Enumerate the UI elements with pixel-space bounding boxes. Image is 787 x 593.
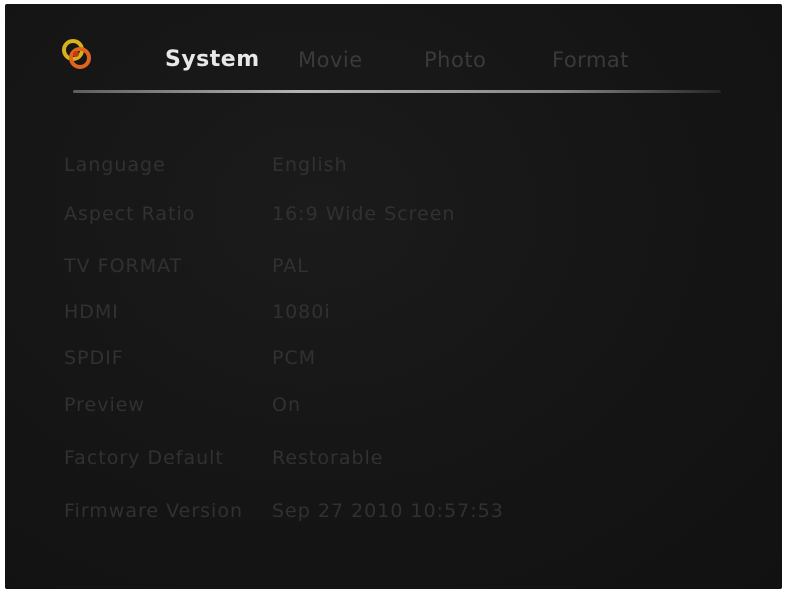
setting-value: 16:9 Wide Screen <box>272 203 456 225</box>
setting-label: SPDIF <box>64 347 124 369</box>
setting-row-hdmi[interactable]: HDMI 1080i <box>5 301 782 331</box>
setting-row-factory-default[interactable]: Factory Default Restorable <box>5 447 782 477</box>
setting-label: Language <box>64 154 166 176</box>
media-player-screen: System Movie Photo Format Language Engli… <box>5 4 782 589</box>
setting-row-language[interactable]: Language English <box>5 154 782 184</box>
setting-row-preview[interactable]: Preview On <box>5 394 782 424</box>
setting-label: Firmware Version <box>64 500 243 522</box>
setting-label: HDMI <box>64 301 119 323</box>
setting-value: Sep 27 2010 10:57:53 <box>272 500 504 522</box>
setting-value: Restorable <box>272 447 384 469</box>
setting-value: On <box>272 394 301 416</box>
setting-row-tv-format[interactable]: TV FORMAT PAL <box>5 255 782 285</box>
setting-label: Preview <box>64 394 145 416</box>
setting-label: TV FORMAT <box>64 255 183 277</box>
setting-value: English <box>272 154 348 176</box>
setting-value: 1080i <box>272 301 331 323</box>
setting-value: PAL <box>272 255 309 277</box>
system-settings-list: Language English Aspect Ratio 16:9 Wide … <box>5 4 782 589</box>
setting-label: Aspect Ratio <box>64 203 196 225</box>
setting-row-spdif[interactable]: SPDIF PCM <box>5 347 782 377</box>
setting-value: PCM <box>272 347 317 369</box>
setting-label: Factory Default <box>64 447 224 469</box>
setting-row-aspect-ratio[interactable]: Aspect Ratio 16:9 Wide Screen <box>5 203 782 233</box>
setting-row-firmware-version[interactable]: Firmware Version Sep 27 2010 10:57:53 <box>5 500 782 530</box>
